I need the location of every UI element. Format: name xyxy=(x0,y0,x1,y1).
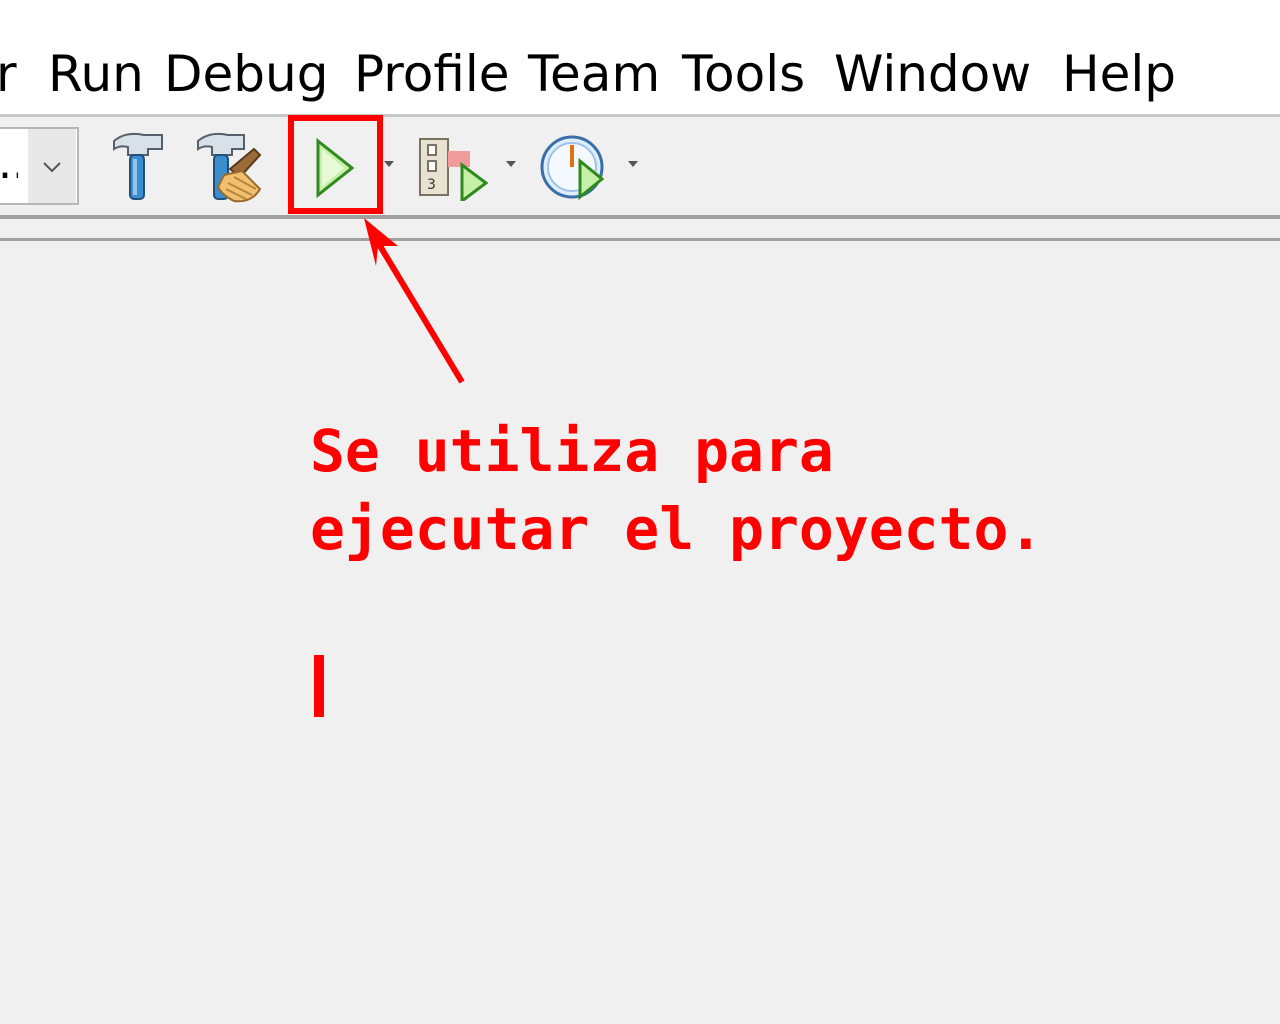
text-caret xyxy=(314,655,324,717)
annotation-text: Se utiliza para ejecutar el proyecto. xyxy=(310,412,1043,568)
annotation-line-2: ejecutar el proyecto. xyxy=(310,495,1044,563)
ide-window: r Run Debug Profile Team Tools Window He… xyxy=(0,0,1280,1024)
annotation-line-1: Se utiliza para xyxy=(310,417,834,485)
